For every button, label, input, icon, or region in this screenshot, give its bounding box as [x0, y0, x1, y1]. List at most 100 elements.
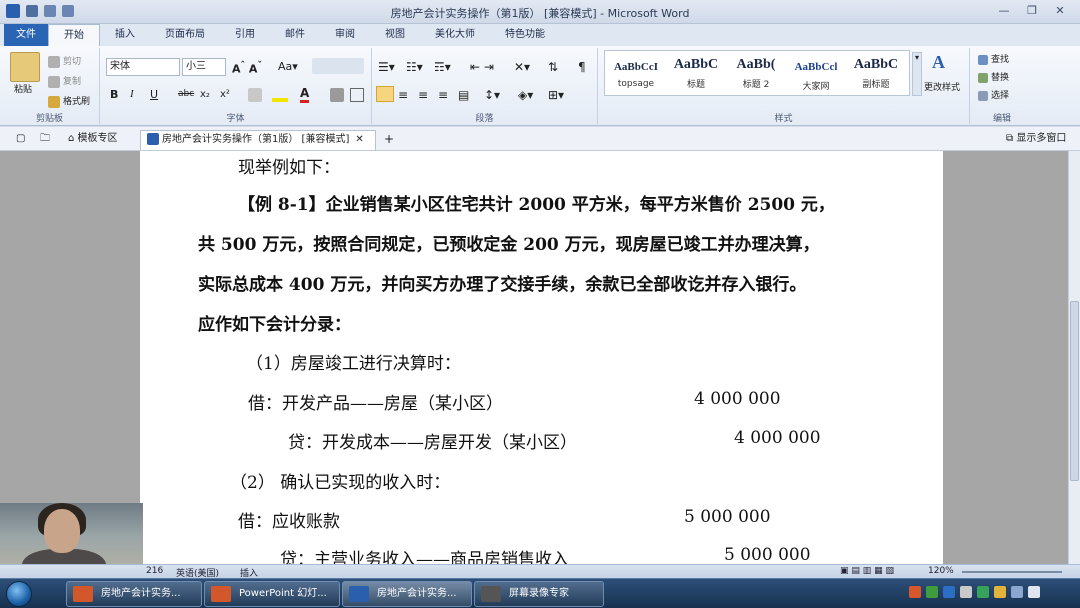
editing-label: 编辑	[992, 114, 1011, 124]
tab-view[interactable]: 视图	[370, 24, 420, 46]
line-spacing-icon[interactable]: ↕▾	[484, 88, 500, 102]
tab-features[interactable]: 特色功能	[490, 24, 560, 46]
taskbar-item-word[interactable]: 房地产会计实务...	[342, 581, 472, 607]
distribute-icon[interactable]: ▤	[458, 88, 469, 102]
grow-font-button[interactable]: Aˆ Aˇ	[232, 60, 262, 76]
powerpoint-icon	[73, 586, 93, 602]
show-marks-icon[interactable]: ¶	[578, 60, 586, 74]
indent-icons[interactable]: ⇤ ⇥	[470, 60, 494, 74]
tab-home[interactable]: 开始	[48, 24, 100, 46]
tray-icon[interactable]	[926, 586, 938, 598]
tab-review[interactable]: 审阅	[320, 24, 370, 46]
doc-line: 贷：主营业务收入——商品房销售收入	[280, 550, 569, 564]
sort-icon[interactable]: ⇅	[548, 60, 558, 74]
shading-icon[interactable]: ◈▾	[518, 88, 533, 102]
taskbar-item-ppt-1[interactable]: 房地产会计实务...	[66, 581, 202, 607]
maximize-button[interactable]: ❐	[1018, 2, 1046, 20]
tray-icon[interactable]	[977, 586, 989, 598]
vertical-scrollbar[interactable]	[1068, 151, 1080, 564]
style-subtitle[interactable]: AaBbC 副标题	[847, 53, 905, 95]
char-shading-icon[interactable]	[330, 88, 344, 102]
folder-icon[interactable]: 🗀	[34, 130, 56, 150]
scissors-icon	[48, 55, 60, 68]
tray-icon[interactable]	[994, 586, 1006, 598]
view-buttons[interactable]: ▣ ▤ ▥ ▦ ▧	[840, 566, 910, 576]
style-dajiawang[interactable]: AaBbCcl 大家网	[787, 53, 845, 95]
word-doc-icon	[147, 133, 159, 145]
tab-insert[interactable]: 插入	[100, 24, 150, 46]
show-multi-window-button[interactable]: ⧉ 显示多窗口	[1000, 130, 1072, 150]
zoom-slider[interactable]	[962, 571, 1062, 573]
bullets-icon[interactable]: ☰▾	[378, 60, 395, 74]
select-button[interactable]: 选择	[978, 88, 1009, 101]
format-painter-button[interactable]: 格式刷	[48, 94, 90, 108]
tab-file[interactable]: 文件	[4, 24, 48, 46]
subscript-button[interactable]: x₂	[200, 89, 210, 100]
cut-button[interactable]: 剪切	[48, 54, 81, 68]
tray-icon[interactable]	[943, 586, 955, 598]
taskbar-item-recorder[interactable]: 屏幕录像专家	[474, 581, 604, 607]
align-center-icon[interactable]: ≡	[398, 88, 408, 102]
highlight-icon[interactable]	[272, 88, 288, 102]
scrollbar-thumb[interactable]	[1070, 301, 1079, 481]
title-bar: 房地产会计实务操作（第1版） [兼容模式] - Microsoft Word —…	[0, 0, 1080, 24]
taskbar-item-ppt-2[interactable]: PowerPoint 幻灯...	[204, 581, 340, 607]
replace-button[interactable]: 替换	[978, 70, 1009, 83]
multilevel-list-icon[interactable]: ☶▾	[434, 60, 451, 74]
text-effects-icon[interactable]	[248, 88, 262, 102]
change-styles-button[interactable]: 更改样式	[924, 80, 960, 93]
change-styles-icon[interactable]: A	[932, 52, 958, 78]
clear-format-icon[interactable]	[312, 58, 364, 74]
cursor-icon	[978, 90, 988, 101]
tab-template-zone[interactable]: ⌂ 模板专区	[62, 130, 124, 150]
doc-line: （2） 确认已实现的收入时：	[230, 473, 451, 493]
volume-icon[interactable]	[1028, 586, 1040, 598]
style-heading-2[interactable]: AaBb( 标题 2	[727, 53, 785, 95]
style-title[interactable]: AaBbC 标题	[667, 53, 725, 95]
styles-more-button[interactable]: ▾	[912, 52, 922, 96]
change-case-button[interactable]: Aa▾	[278, 60, 298, 73]
numbering-icon[interactable]: ☷▾	[406, 60, 423, 74]
font-name-select[interactable]: 宋体	[106, 58, 180, 76]
tab-mailings[interactable]: 邮件	[270, 24, 320, 46]
enclose-char-icon[interactable]	[350, 88, 364, 102]
paste-button[interactable]: 粘贴	[14, 82, 32, 95]
network-icon[interactable]	[1011, 586, 1023, 598]
chinese-layout-icon[interactable]: ✕▾	[514, 60, 530, 74]
new-tab-button[interactable]: +	[378, 130, 400, 150]
paragraph-group: ☰▾ ☷▾ ☶▾ ⇤ ⇥ ✕▾ ⇅ ¶ ≡ ≡ ≡ ▤ ↕▾ ◈▾ ⊞▾ 段落	[372, 48, 598, 124]
justify-icon[interactable]: ≡	[438, 88, 448, 102]
strikethrough-button[interactable]: abc	[178, 89, 194, 99]
window-title: 房地产会计实务操作（第1版） [兼容模式] - Microsoft Word	[390, 7, 690, 20]
new-doc-icon[interactable]: ▢	[10, 130, 31, 150]
document-page[interactable]: 现举例如下： 【例 8-1】企业销售某小区住宅共计 2000 平方米，每平方米售…	[140, 151, 943, 564]
align-left-icon[interactable]	[376, 86, 394, 102]
paste-icon[interactable]	[10, 52, 40, 82]
align-right-icon[interactable]: ≡	[418, 88, 428, 102]
find-button[interactable]: 查找	[978, 52, 1009, 65]
style-topsage[interactable]: AaBbCcI topsage	[607, 53, 665, 95]
font-group: 宋体 小三 Aˆ Aˇ Aa▾ B I U abc x₂ x² A 字体	[100, 48, 372, 124]
tab-beautify[interactable]: 美化大师	[420, 24, 490, 46]
copy-button[interactable]: 复制	[48, 74, 81, 88]
underline-button[interactable]: U	[150, 88, 158, 101]
font-color-icon[interactable]: A	[300, 86, 310, 103]
minimize-button[interactable]: —	[990, 2, 1018, 20]
tab-page-layout[interactable]: 页面布局	[150, 24, 220, 46]
italic-button[interactable]: I	[130, 88, 134, 100]
zoom-level[interactable]: 120%	[928, 566, 954, 576]
font-size-select[interactable]: 小三	[182, 58, 226, 76]
superscript-button[interactable]: x²	[220, 89, 230, 100]
word-count[interactable]: 216	[146, 566, 163, 576]
doc-amount: 5 000 000	[684, 507, 771, 527]
tray-icon[interactable]	[960, 586, 972, 598]
start-button[interactable]	[6, 581, 32, 607]
close-button[interactable]: ✕	[1046, 2, 1074, 20]
bold-button[interactable]: B	[110, 88, 118, 101]
borders-icon[interactable]: ⊞▾	[548, 88, 564, 102]
tray-icon[interactable]	[909, 586, 921, 598]
tab-current-document[interactable]: 房地产会计实务操作（第1版） [兼容模式] ✕	[140, 130, 376, 150]
close-tab-icon[interactable]: ✕	[355, 134, 363, 145]
tab-references[interactable]: 引用	[220, 24, 270, 46]
font-label: 字体	[226, 114, 245, 124]
